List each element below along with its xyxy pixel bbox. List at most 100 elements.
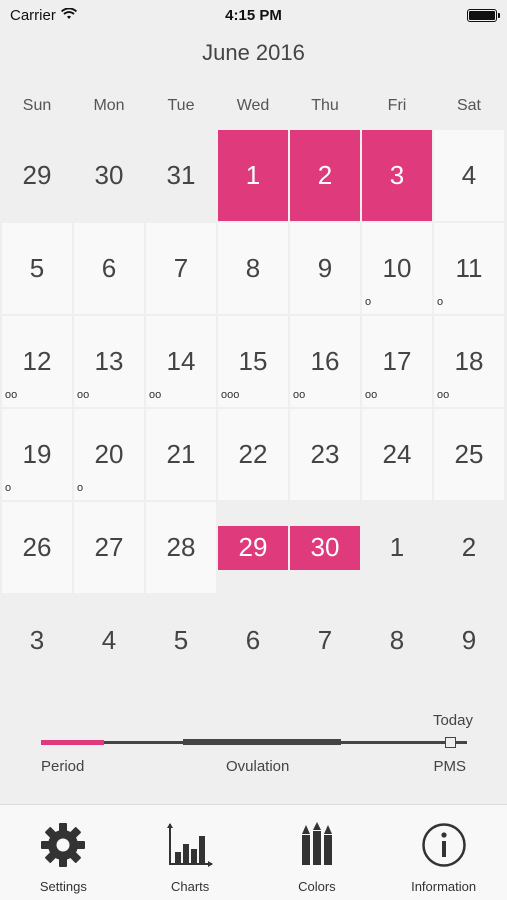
day-cell[interactable]: 4 xyxy=(74,595,144,686)
day-number: 22 xyxy=(238,439,268,469)
day-number: 16 xyxy=(310,346,340,376)
day-cell[interactable]: 13 oo xyxy=(74,316,144,407)
day-cell[interactable]: 25 xyxy=(434,409,504,500)
day-marks: oo xyxy=(365,389,378,401)
wifi-icon xyxy=(60,7,77,24)
day-cell[interactable]: 1 xyxy=(362,502,432,593)
day-cell[interactable]: 14 oo xyxy=(146,316,216,407)
today-marker xyxy=(445,737,456,748)
day-cell[interactable]: 3 xyxy=(362,130,432,221)
day-cell[interactable]: 23 xyxy=(290,409,360,500)
weekday-label: Thu xyxy=(311,97,339,114)
day-cell[interactable]: 9 xyxy=(290,223,360,314)
day-cell[interactable]: 22 xyxy=(218,409,288,500)
day-cell[interactable]: 16 oo xyxy=(290,316,360,407)
day-cell[interactable]: 5 xyxy=(2,223,72,314)
day-number: 24 xyxy=(382,439,412,469)
day-cell[interactable]: 26 xyxy=(2,502,72,593)
day-number: 9 xyxy=(461,625,477,655)
day-cell[interactable]: 15 ooo xyxy=(218,316,288,407)
tab-settings[interactable]: Settings xyxy=(0,805,127,900)
day-number: 9 xyxy=(317,253,333,283)
day-number: 6 xyxy=(245,625,261,655)
day-cell[interactable]: 6 xyxy=(74,223,144,314)
day-marks: oo xyxy=(437,389,450,401)
day-number: 8 xyxy=(389,625,405,655)
day-marks: oo xyxy=(77,389,90,401)
day-number: 5 xyxy=(29,253,45,283)
day-marks: o xyxy=(365,296,372,308)
day-number: 10 xyxy=(382,253,412,283)
status-left: Carrier xyxy=(10,7,150,24)
day-number: 2 xyxy=(317,160,333,190)
day-cell[interactable]: 24 xyxy=(362,409,432,500)
bar-chart-icon xyxy=(166,821,214,869)
day-number: 29 xyxy=(22,160,52,190)
day-cell[interactable]: 6 xyxy=(218,595,288,686)
day-cell[interactable]: 29 xyxy=(218,502,288,593)
day-cell[interactable]: 3 xyxy=(2,595,72,686)
status-right xyxy=(357,8,500,22)
carrier-label: Carrier xyxy=(10,6,56,24)
weekday-label: Sun xyxy=(22,97,52,114)
day-marks: oo xyxy=(149,389,162,401)
tab-information-label: Information xyxy=(411,879,477,894)
day-cell[interactable]: 2 xyxy=(290,130,360,221)
weekday-label: Mon xyxy=(93,97,125,114)
day-number: 8 xyxy=(245,253,261,283)
period-label: Period xyxy=(41,758,85,775)
day-number: 7 xyxy=(173,253,189,283)
day-number: 4 xyxy=(101,625,117,655)
day-cell[interactable]: 5 xyxy=(146,595,216,686)
day-number: 1 xyxy=(389,532,405,562)
day-number: 19 xyxy=(22,439,52,469)
day-cell[interactable]: 7 xyxy=(290,595,360,686)
day-cell[interactable]: 11 o xyxy=(434,223,504,314)
day-cell[interactable]: 21 xyxy=(146,409,216,500)
day-cell[interactable]: 20 o xyxy=(74,409,144,500)
day-number: 26 xyxy=(22,532,52,562)
day-number: 21 xyxy=(166,439,196,469)
day-cell[interactable]: 31 xyxy=(146,130,216,221)
day-cell[interactable]: 8 xyxy=(218,223,288,314)
day-cell[interactable]: 1 xyxy=(218,130,288,221)
day-cell[interactable]: 4 xyxy=(434,130,504,221)
day-cell[interactable]: 30 xyxy=(290,502,360,593)
day-number: 18 xyxy=(454,346,484,376)
day-cell[interactable]: 10 o xyxy=(362,223,432,314)
day-number: 14 xyxy=(166,346,196,376)
day-cell[interactable]: 9 xyxy=(434,595,504,686)
weekday-header: Sun Mon Tue Wed Thu Fri Sat xyxy=(1,93,506,119)
tab-colors[interactable]: Colors xyxy=(254,805,381,900)
day-cell[interactable]: 27 xyxy=(74,502,144,593)
weekday-label: Sat xyxy=(456,97,481,114)
battery-icon xyxy=(466,8,500,22)
cycle-legend: Today Period Ovulation PMS xyxy=(0,710,507,780)
day-number: 2 xyxy=(461,532,477,562)
day-cell[interactable]: 18 oo xyxy=(434,316,504,407)
day-cell[interactable]: 28 xyxy=(146,502,216,593)
day-marks: o xyxy=(77,482,84,494)
day-cell[interactable]: 12 oo xyxy=(2,316,72,407)
ovulation-label: Ovulation xyxy=(226,758,290,775)
status-bar: Carrier 4:15 PM xyxy=(0,0,507,30)
day-number: 30 xyxy=(310,532,340,562)
day-cell[interactable]: 30 xyxy=(74,130,144,221)
day-cell[interactable]: 17 oo xyxy=(362,316,432,407)
period-segment xyxy=(41,740,104,745)
day-cell[interactable]: 7 xyxy=(146,223,216,314)
weekday-label: Tue xyxy=(167,97,195,114)
tab-information[interactable]: Information xyxy=(380,805,507,900)
day-marks: oo xyxy=(5,389,18,401)
status-time: 4:15 PM xyxy=(225,6,282,24)
day-number: 13 xyxy=(94,346,124,376)
day-cell[interactable]: 19 o xyxy=(2,409,72,500)
day-cell[interactable]: 2 xyxy=(434,502,504,593)
tab-charts[interactable]: Charts xyxy=(127,805,254,900)
day-cell[interactable]: 8 xyxy=(362,595,432,686)
day-number: 3 xyxy=(389,160,405,190)
day-number: 25 xyxy=(454,439,484,469)
day-marks: oo xyxy=(293,389,306,401)
day-number: 29 xyxy=(238,532,268,562)
day-cell[interactable]: 29 xyxy=(2,130,72,221)
